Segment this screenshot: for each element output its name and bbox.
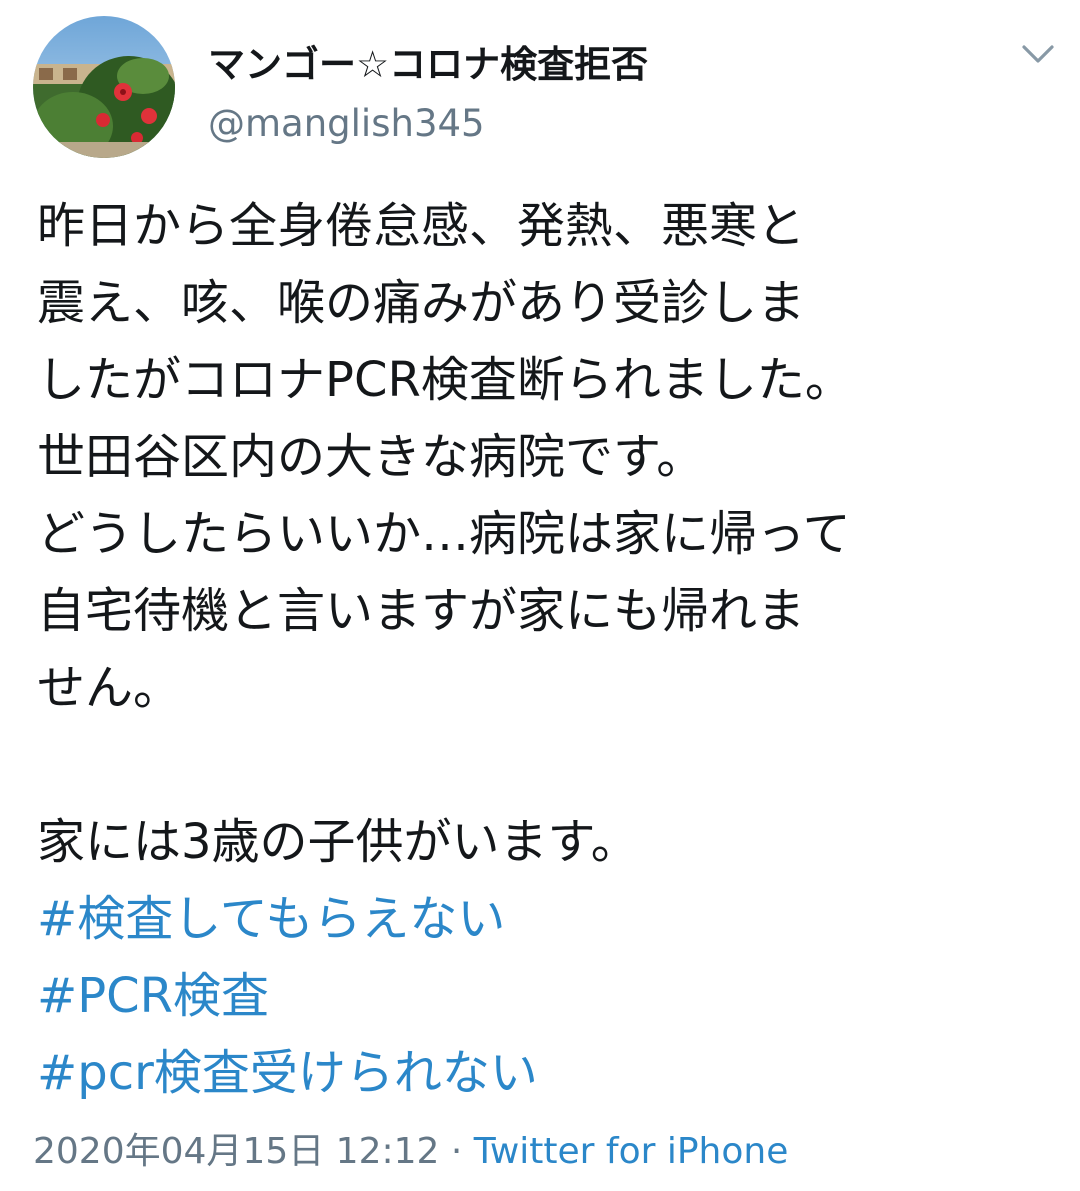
tweet-text-line: 家には3歳の子供がいます。	[37, 814, 639, 870]
tweet-card: マンゴー☆コロナ検査拒否 @manglish345 昨日から全身倦怠感、発熱、悪…	[0, 0, 1080, 1191]
tweet-text-line: 自宅待機と言いますが家にも帰れま	[37, 583, 806, 639]
tweet-text-line: したがコロナPCR検査断られました。	[37, 352, 853, 408]
hashtag-link[interactable]: #PCR検査	[37, 958, 1047, 1035]
tweet-text-line: せん。	[37, 660, 182, 716]
hashtag-link[interactable]: #pcr検査受けられない	[37, 1035, 1047, 1112]
tweet-meta: 2020年04月15日 12:12 · Twitter for iPhone	[33, 1122, 788, 1174]
chevron-down-icon[interactable]	[1020, 42, 1056, 66]
display-name[interactable]: マンゴー☆コロナ検査拒否	[208, 34, 648, 88]
tweet-text-line: どうしたらいいか…病院は家に帰って	[37, 506, 851, 562]
tweet-text-line: 世田谷区内の大きな病院です。	[37, 429, 705, 485]
tweet-text: 昨日から全身倦怠感、発熱、悪寒と 震え、咳、喉の痛みがあり受診しま したがコロナ…	[37, 188, 1047, 1112]
user-handle[interactable]: @manglish345	[208, 102, 485, 145]
tweet-header: マンゴー☆コロナ検査拒否 @manglish345	[33, 16, 1063, 158]
tweet-source-link[interactable]: Twitter for iPhone	[474, 1131, 789, 1172]
avatar[interactable]	[33, 16, 175, 158]
tweet-timestamp[interactable]: 2020年04月15日 12:12	[33, 1131, 439, 1172]
tweet-text-line: 昨日から全身倦怠感、発熱、悪寒と	[37, 198, 806, 254]
tweet-text-line: 震え、咳、喉の痛みがあり受診しま	[37, 275, 806, 331]
hashtag-link[interactable]: #検査してもらえない	[37, 881, 1047, 958]
avatar-image	[33, 16, 175, 158]
meta-separator: ·	[450, 1131, 463, 1172]
